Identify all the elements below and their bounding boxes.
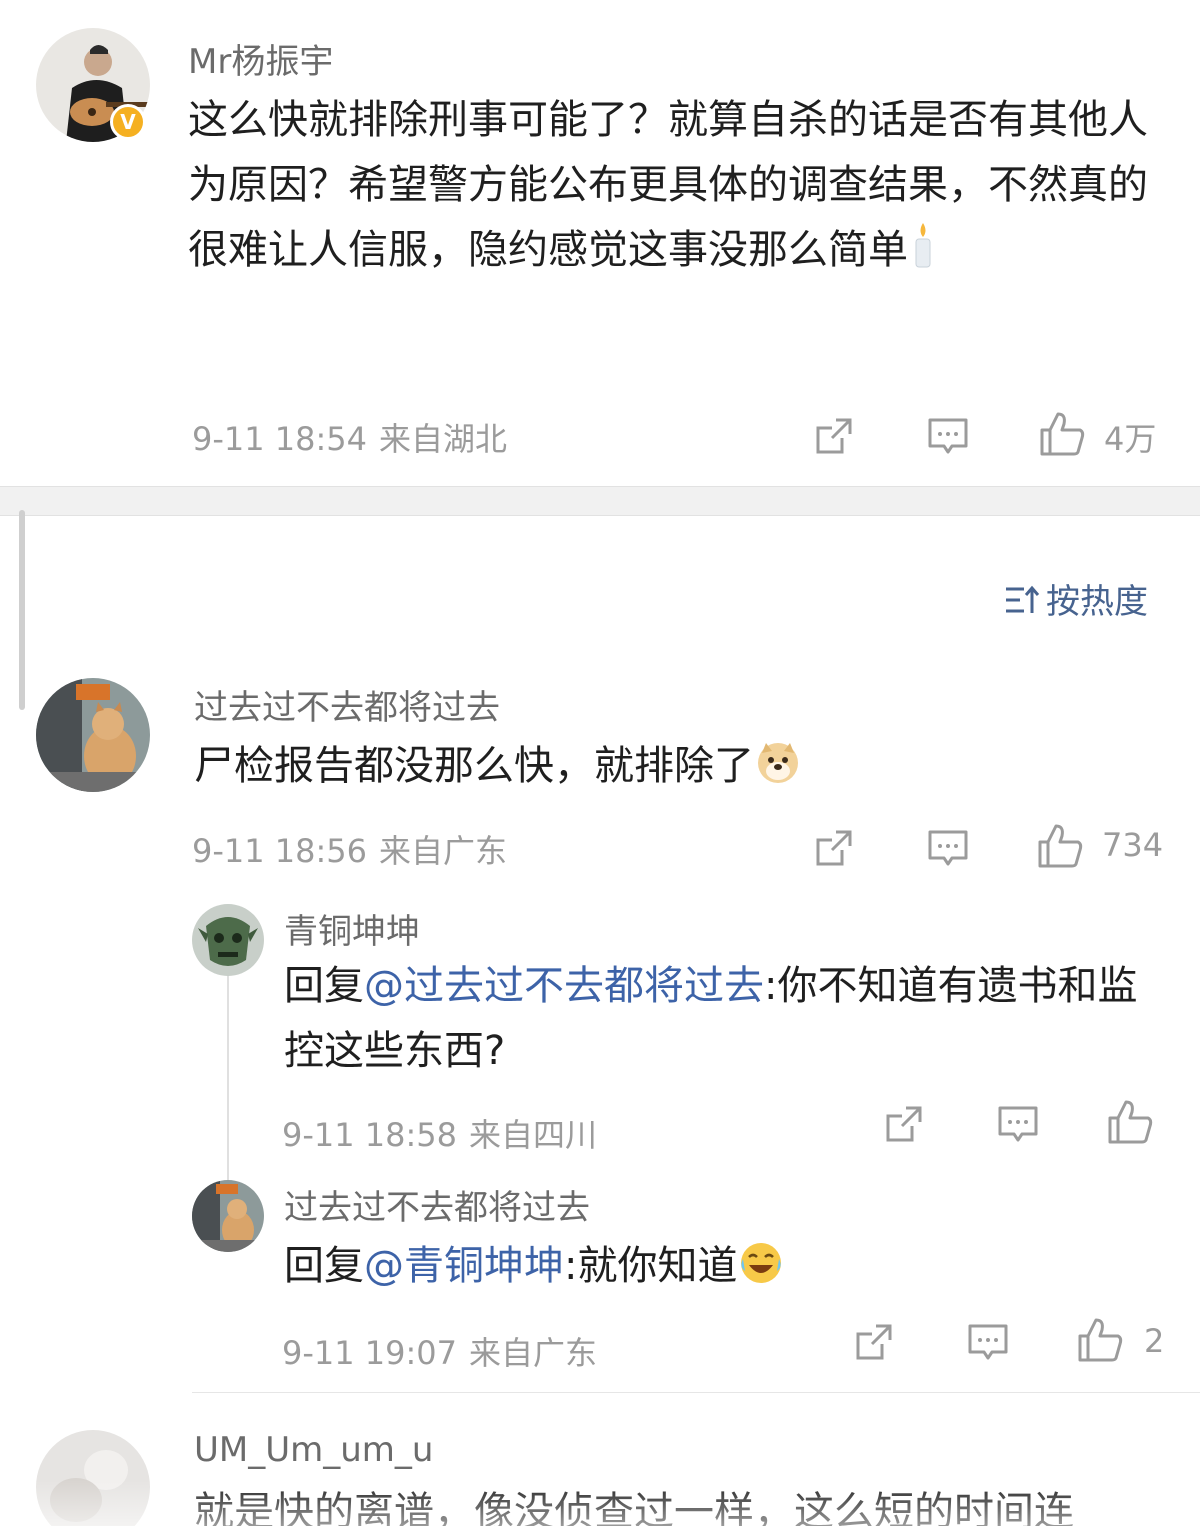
reply-meta: 9-11 19:07 来自广东 <box>282 1328 597 1374</box>
like-icon[interactable] <box>1036 822 1084 870</box>
doge-emoji <box>756 740 800 805</box>
username[interactable]: Mr杨振宇 <box>188 34 333 83</box>
timestamp: 9-11 18:58 <box>282 1116 458 1154</box>
reply-text: 回复@过去过不去都将过去:你不知道有遗书和监控这些东西? <box>284 963 1138 1074</box>
reply-meta: 9-11 18:58 来自四川 <box>282 1110 597 1156</box>
like-count: 2 <box>1144 1322 1165 1360</box>
avatar[interactable] <box>36 1430 150 1526</box>
like-count: 4万 <box>1104 420 1157 458</box>
comment-feed: V Mr杨振宇 这么快就排除刑事可能了？就算自杀的话是否有其他人为原因？希望警方… <box>0 0 1200 1526</box>
like-count: 734 <box>1102 826 1164 864</box>
like-icon[interactable] <box>1106 1098 1154 1146</box>
comment-meta: 9-11 18:56 来自广东 <box>192 826 507 872</box>
username[interactable]: 青铜坤坤 <box>284 904 420 953</box>
username[interactable]: 过去过不去都将过去 <box>194 680 500 729</box>
section-divider <box>0 486 1200 516</box>
share-icon[interactable] <box>852 1320 896 1364</box>
username[interactable]: 过去过不去都将过去 <box>284 1180 590 1229</box>
avatar[interactable] <box>192 1180 264 1252</box>
username[interactable]: UM_Um_um_u <box>194 1430 433 1470</box>
reply-text: 回复@青铜坤坤:就你知道 <box>284 1234 1164 1305</box>
share-icon[interactable] <box>812 826 856 870</box>
timestamp: 9-11 18:54 <box>192 420 368 458</box>
location: 来自广东 <box>379 832 508 870</box>
verified-badge-icon: V <box>110 104 146 140</box>
sort-label: 按热度 <box>1046 582 1148 622</box>
comment-text: 就是快的离谱，像没侦查过一样，这么短的时间连 <box>194 1489 1074 1526</box>
location: 来自湖北 <box>379 420 508 458</box>
laugh-cry-emoji <box>739 1240 783 1305</box>
share-icon[interactable] <box>812 414 856 458</box>
mention-link[interactable]: @青铜坤坤 <box>364 1243 564 1289</box>
comment-icon[interactable] <box>926 414 970 458</box>
share-icon[interactable] <box>882 1102 926 1146</box>
comment-meta: 9-11 18:54 来自湖北 <box>192 414 507 460</box>
like-icon[interactable] <box>1076 1316 1124 1364</box>
avatar[interactable] <box>192 904 264 976</box>
reply-thread-line <box>227 974 229 1184</box>
avatar[interactable] <box>36 678 150 792</box>
timestamp: 9-11 18:56 <box>192 832 368 870</box>
avatar-cat-image <box>192 1180 264 1252</box>
mention-link[interactable]: @过去过不去都将过去 <box>364 963 764 1009</box>
comment-separator <box>192 1392 1200 1393</box>
avatar-bronze-mask <box>192 904 264 976</box>
comment-icon[interactable] <box>966 1320 1010 1364</box>
comment-text: 这么快就排除刑事可能了？就算自杀的话是否有其他人为原因？希望警方能公布更具体的调… <box>188 88 1164 289</box>
like-icon[interactable] <box>1038 410 1086 458</box>
timestamp: 9-11 19:07 <box>282 1334 458 1372</box>
candle-emoji <box>910 221 936 289</box>
sort-icon <box>1004 583 1040 617</box>
avatar-faded-image <box>36 1430 150 1526</box>
comment-icon[interactable] <box>996 1102 1040 1146</box>
avatar-cat-image <box>36 678 150 792</box>
comment-text: 尸检报告都没那么快，就排除了 <box>194 734 1154 805</box>
scrollbar-thumb[interactable] <box>19 510 25 710</box>
comment-icon[interactable] <box>926 826 970 870</box>
location: 来自广东 <box>469 1334 598 1372</box>
sort-button[interactable]: 按热度 <box>1004 574 1148 623</box>
location: 来自四川 <box>469 1116 598 1154</box>
